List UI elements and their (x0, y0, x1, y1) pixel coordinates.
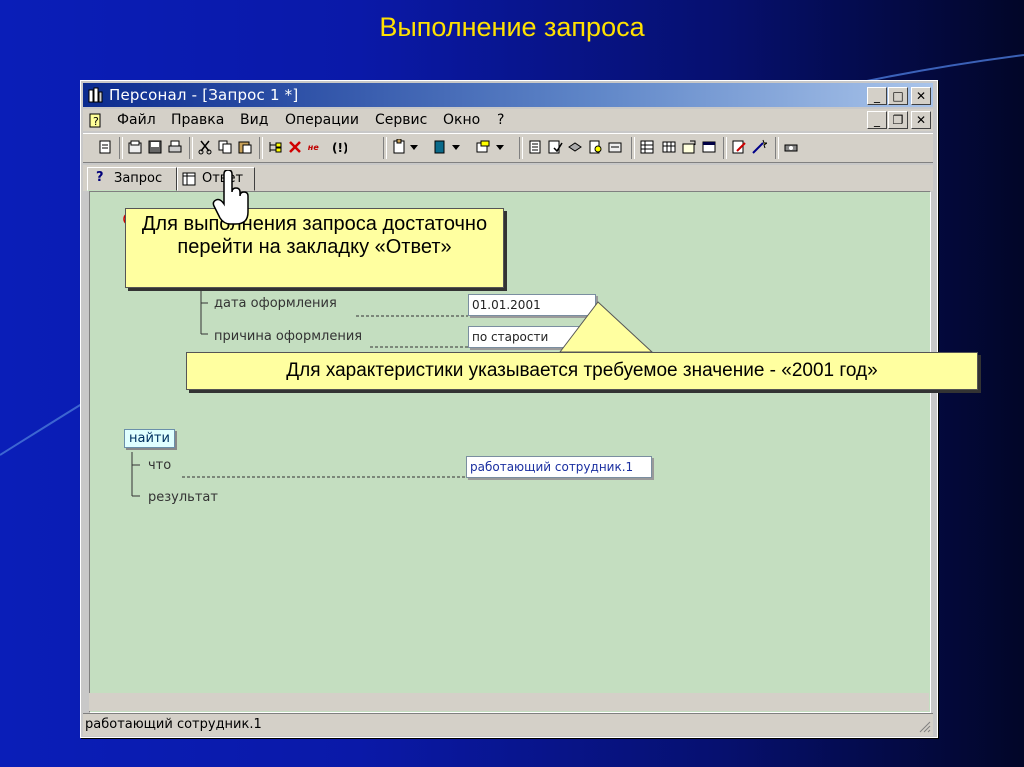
tab-hint-callout: Для выполнения запроса достаточно перейт… (125, 208, 504, 288)
hand-cursor-icon (212, 170, 249, 225)
value-hint-callout: Для характеристики указывается требуемое… (186, 352, 978, 390)
